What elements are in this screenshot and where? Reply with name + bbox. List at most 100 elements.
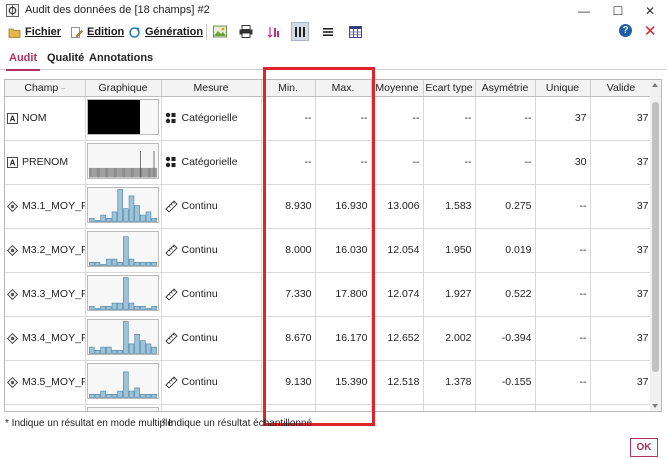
column-header-unique[interactable]: Unique [535, 80, 591, 97]
cell-unique: -- [535, 316, 591, 361]
ok-button[interactable]: OK [630, 438, 658, 457]
cell-champ[interactable]: M3.2_MOY_Fi... [5, 228, 86, 273]
cell-ecart-type: -- [423, 140, 476, 185]
table-row[interactable]: A NOM Catégorielle -- -- -- -- -- 37 37 [5, 96, 653, 141]
cell-champ[interactable]: A NOM [5, 96, 86, 141]
cell-mesure[interactable]: Continu [161, 316, 262, 361]
histogram-bar [149, 167, 151, 177]
tab-audit[interactable]: Audit [9, 52, 37, 64]
histogram-bar [128, 343, 134, 354]
cell-mesure[interactable]: Catégorielle [161, 140, 262, 185]
text-field-icon: A [7, 112, 18, 124]
cell-champ[interactable]: M3.5_MOY_Fi... [5, 360, 86, 405]
histogram-bar [118, 167, 119, 177]
menu-fichier[interactable]: Fichier [8, 24, 61, 40]
scroll-down-arrow-icon[interactable] [652, 404, 658, 408]
cell-graphique[interactable] [85, 272, 162, 317]
help-button[interactable]: ? [619, 24, 632, 37]
cell-min: 8.000 [261, 228, 316, 273]
close-dialog-icon[interactable]: ✕ [644, 22, 657, 40]
cell-champ[interactable]: M3.4_MOY_Fi... [5, 316, 86, 361]
field-cell-content: A NOM [7, 112, 82, 124]
tab-annotations[interactable]: Annotations [89, 52, 153, 64]
scrollbar-thumb[interactable] [652, 102, 659, 372]
columns-view-button[interactable] [291, 22, 309, 41]
histogram-bar [144, 167, 145, 177]
rows-view-button[interactable] [319, 22, 337, 41]
cell-mesure[interactable]: Catégorielle [161, 96, 262, 141]
histogram-bar [135, 167, 136, 177]
menu-generation[interactable]: Génération [128, 24, 203, 40]
table-row[interactable]: M3.3_MOY_Fi... Continu 7.33017.80012.0741.… [5, 272, 653, 317]
close-button[interactable]: ✕ [633, 0, 667, 21]
cell-graphique[interactable] [85, 184, 162, 229]
table-row[interactable]: M3.2_MOY_Fi... Continu 8.00016.03012.0541.… [5, 228, 653, 273]
cell-graphique[interactable] [85, 140, 162, 185]
cell-graphique[interactable] [85, 316, 162, 361]
field-name: M3.2_MOY_Fi... [22, 244, 84, 256]
cell-graphique[interactable] [85, 404, 162, 411]
table-row[interactable]: A PRENOM Catégorielle -- -- -- -- -- 30 37 [5, 140, 653, 185]
column-header-min[interactable]: Min. [261, 80, 316, 97]
column-header-champ[interactable]: Champ ⎯ [5, 80, 86, 97]
cell-graphique[interactable] [85, 360, 162, 405]
menu-edition[interactable]: Edition [70, 24, 124, 40]
table-row[interactable]: M3.5_MOY_Fi... Continu 9.13015.39012.5181.… [5, 360, 653, 405]
cell-mesure[interactable]: Continu [161, 272, 262, 317]
column-header-moyenne[interactable]: Moyenne [371, 80, 424, 97]
histogram-bar [116, 390, 123, 398]
table-row[interactable]: M3.1_MOY_Fi... Continu 8.93016.93013.0061.… [5, 184, 653, 229]
column-header-valide[interactable]: Valide [590, 80, 653, 97]
measure-cell-content: Continu [164, 244, 258, 256]
cell-ecart-type: 1.583 [423, 184, 476, 229]
histogram-bar [116, 349, 123, 354]
histogram-bar [128, 167, 129, 177]
column-header-asymetrie[interactable]: Asymétrie [475, 80, 536, 97]
sort-button[interactable] [265, 22, 283, 41]
histogram-bar [111, 302, 117, 310]
tab-qualite[interactable]: Qualité [47, 52, 84, 64]
table-row[interactable]: M3.6_MOY_Fi... Continu8.15015.11011.5861.… [5, 404, 653, 411]
cell-graphique[interactable] [85, 228, 162, 273]
column-header-graphique[interactable]: Graphique [85, 80, 162, 97]
ruler-icon [164, 200, 178, 212]
cell-champ[interactable]: A PRENOM [5, 140, 86, 185]
histogram-bar [88, 261, 95, 266]
cell-champ[interactable]: M3.6_MOY_Fi... [5, 404, 86, 411]
vertical-scrollbar[interactable] [650, 80, 661, 411]
distribution-thumbnail [86, 318, 159, 355]
histogram-bar [139, 214, 146, 222]
histogram-bar [127, 167, 128, 177]
table-row[interactable]: M3.4_MOY_Fi... Continu 8.67016.17012.6522.… [5, 316, 653, 361]
cell-mesure[interactable]: Continu [161, 404, 262, 411]
histogram-bar [133, 261, 140, 266]
distribution-thumbnail [86, 142, 159, 179]
maximize-button[interactable]: ☐ [601, 0, 635, 21]
histogram-bar [124, 167, 126, 177]
rows-icon [323, 27, 333, 36]
histogram-bar [105, 167, 107, 177]
cell-unique: -- [535, 272, 591, 317]
print-button[interactable] [237, 22, 255, 41]
column-header-mesure[interactable]: Mesure [161, 80, 262, 97]
minimize-button[interactable]: — [567, 0, 601, 21]
histogram-bar [122, 276, 129, 310]
cell-max: 17.800 [315, 272, 372, 317]
cell-graphique[interactable] [85, 96, 162, 141]
cell-mesure[interactable]: Continu [161, 360, 262, 405]
toolbar-separator [206, 24, 207, 40]
audit-table-container: Champ ⎯ Graphique Mesure Min. Max. Moyen… [4, 79, 662, 412]
picture-button[interactable] [211, 22, 229, 41]
histogram-bar [133, 167, 135, 177]
column-header-max[interactable]: Max. [315, 80, 372, 97]
sort-icon [267, 26, 279, 38]
scroll-up-arrow-icon[interactable] [652, 83, 658, 87]
cell-mesure[interactable]: Continu [161, 228, 262, 273]
cell-mesure[interactable]: Continu [161, 184, 262, 229]
cell-champ[interactable]: M3.1_MOY_Fi... [5, 184, 86, 229]
numeric-field-icon [7, 244, 18, 256]
column-header-ecart-type[interactable]: Ecart type [423, 80, 476, 97]
table-view-button[interactable] [346, 22, 364, 41]
cell-champ[interactable]: M3.3_MOY_Fi... [5, 272, 86, 317]
histogram-bar [139, 393, 146, 398]
